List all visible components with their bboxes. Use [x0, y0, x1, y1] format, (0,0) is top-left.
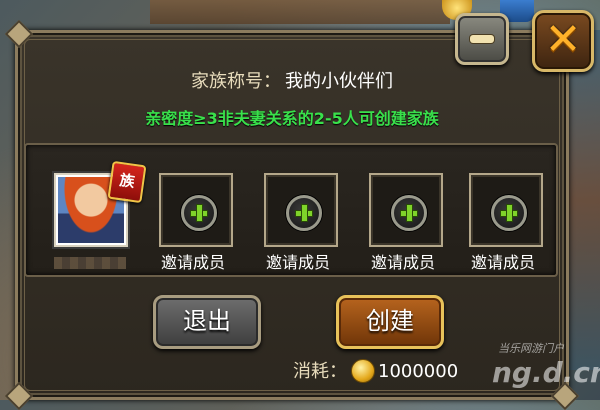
invite-member-slot[interactable] [159, 173, 233, 247]
members-panel: 族 邀请成员 邀请成员 邀请成员 邀请成员 [24, 143, 558, 277]
exit-button[interactable]: 退出 [153, 295, 261, 349]
plus-icon [391, 195, 427, 231]
create-button[interactable]: 创建 [336, 295, 444, 349]
clan-title-line: 家族称号： 我的小伙伴们 [18, 67, 566, 93]
plus-icon [181, 195, 217, 231]
background-banner [150, 0, 450, 24]
clan-title-value[interactable]: 我的小伙伴们 [285, 71, 393, 92]
site-watermark: 当乐网游门户 ng.d.cn [470, 340, 600, 395]
clan-title-label: 家族称号： [191, 71, 281, 92]
plus-icon [286, 195, 322, 231]
invite-member-slot[interactable] [264, 173, 338, 247]
invite-member-label: 邀请成员 [160, 253, 225, 272]
watermark-line2: ng.d.cn [492, 356, 600, 389]
minimize-button[interactable] [455, 13, 509, 65]
cost-label: 消耗： [293, 361, 347, 382]
close-button[interactable]: ✕ [532, 10, 594, 72]
invite-member-label: 邀请成员 [265, 253, 330, 272]
gold-coin-icon [351, 358, 375, 383]
invite-member-label: 邀请成员 [370, 253, 435, 272]
invite-member-label: 邀请成员 [470, 253, 535, 272]
cost-display: 消耗： 1000000 [293, 358, 458, 386]
watermark-line1: 当乐网游门户 [498, 342, 564, 355]
cost-amount: 1000000 [378, 361, 459, 382]
leader-name-blurred [54, 257, 126, 269]
plus-icon [491, 195, 527, 231]
invite-member-slot[interactable] [369, 173, 443, 247]
close-icon: ✕ [544, 14, 582, 65]
clan-badge-icon: 族 [107, 160, 147, 204]
invite-member-slot[interactable] [469, 173, 543, 247]
create-requirement-hint: 亲密度≥3非夫妻关系的2-5人可创建家族 [145, 109, 439, 128]
